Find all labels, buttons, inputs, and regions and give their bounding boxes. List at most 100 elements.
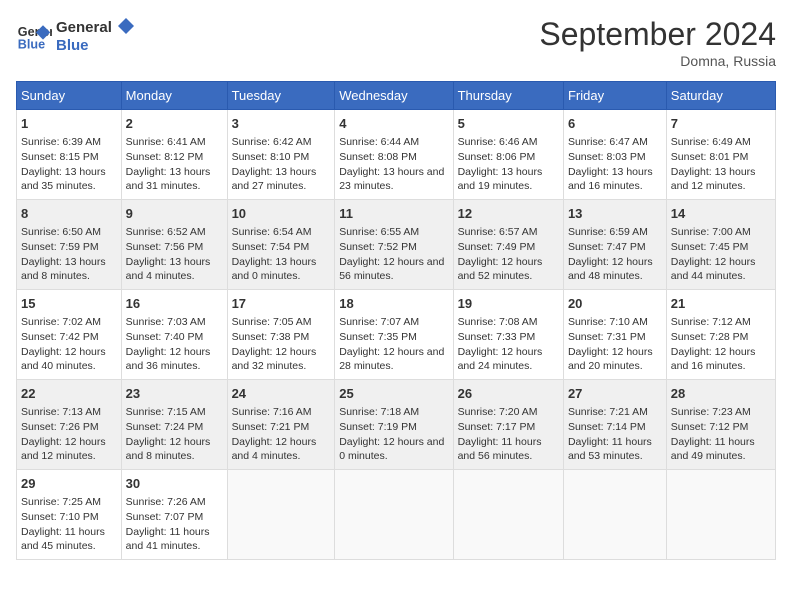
calendar-cell: 4 Sunrise: 6:44 AMSunset: 8:08 PMDaylight… bbox=[335, 110, 453, 200]
logo: General Blue General Blue bbox=[16, 16, 136, 56]
sunset-text: Sunset: 7:10 PM bbox=[21, 510, 117, 525]
header-saturday: Saturday bbox=[666, 82, 775, 110]
sunset-text: Sunset: 7:49 PM bbox=[458, 240, 559, 255]
daylight-text: Daylight: 13 hours and 0 minutes. bbox=[232, 255, 331, 284]
calendar-cell: 16Sunrise: 7:03 AMSunset: 7:40 PMDayligh… bbox=[121, 290, 227, 380]
svg-text:Blue: Blue bbox=[56, 37, 89, 54]
sunset-text: Sunset: 7:38 PM bbox=[232, 330, 331, 345]
sunrise-text: Sunrise: 7:13 AM bbox=[21, 405, 117, 420]
daylight-text: Daylight: 13 hours and 12 minutes. bbox=[671, 165, 771, 194]
sunrise-text: Sunrise: 7:08 AM bbox=[458, 315, 559, 330]
day-number: 3 bbox=[232, 115, 331, 133]
calendar-cell: 6Sunrise: 6:47 AMSunset: 8:03 PMDaylight… bbox=[563, 110, 666, 200]
day-number: 8 bbox=[21, 205, 117, 223]
sunset-text: Sunset: 8:12 PM bbox=[126, 150, 223, 165]
header-sunday: Sunday bbox=[17, 82, 122, 110]
header-monday: Monday bbox=[121, 82, 227, 110]
sunset-text: Sunset: 7:45 PM bbox=[671, 240, 771, 255]
sunrise-text: Sunrise: 6:57 AM bbox=[458, 225, 559, 240]
sunrise-text: Sunrise: 6:44 AM bbox=[339, 135, 448, 150]
calendar-cell: 30Sunrise: 7:26 AMSunset: 7:07 PMDayligh… bbox=[121, 470, 227, 560]
sunrise-text: Sunrise: 7:12 AM bbox=[671, 315, 771, 330]
sunset-text: Sunset: 8:03 PM bbox=[568, 150, 662, 165]
calendar-cell: 1Sunrise: 6:39 AMSunset: 8:15 PMDaylight… bbox=[17, 110, 122, 200]
header-friday: Friday bbox=[563, 82, 666, 110]
sunrise-text: Sunrise: 6:55 AM bbox=[339, 225, 448, 240]
calendar-week-row: 8Sunrise: 6:50 AMSunset: 7:59 PMDaylight… bbox=[17, 200, 776, 290]
sunrise-text: Sunrise: 7:23 AM bbox=[671, 405, 771, 420]
sunset-text: Sunset: 7:47 PM bbox=[568, 240, 662, 255]
sunset-text: Sunset: 7:19 PM bbox=[339, 420, 448, 435]
day-number: 7 bbox=[671, 115, 771, 133]
calendar-cell: 17Sunrise: 7:05 AMSunset: 7:38 PMDayligh… bbox=[227, 290, 335, 380]
daylight-text: Daylight: 12 hours and 56 minutes. bbox=[339, 255, 448, 284]
sunset-text: Sunset: 7:28 PM bbox=[671, 330, 771, 345]
sunset-text: Sunset: 7:31 PM bbox=[568, 330, 662, 345]
calendar-cell: 13Sunrise: 6:59 AMSunset: 7:47 PMDayligh… bbox=[563, 200, 666, 290]
sunrise-text: Sunrise: 7:18 AM bbox=[339, 405, 448, 420]
calendar-cell: 8Sunrise: 6:50 AMSunset: 7:59 PMDaylight… bbox=[17, 200, 122, 290]
svg-text:General: General bbox=[56, 19, 112, 36]
daylight-text: Daylight: 13 hours and 4 minutes. bbox=[126, 255, 223, 284]
sunrise-text: Sunrise: 6:59 AM bbox=[568, 225, 662, 240]
daylight-text: Daylight: 12 hours and 20 minutes. bbox=[568, 345, 662, 374]
sunset-text: Sunset: 7:52 PM bbox=[339, 240, 448, 255]
day-number: 6 bbox=[568, 115, 662, 133]
sunrise-text: Sunrise: 7:25 AM bbox=[21, 495, 117, 510]
calendar-cell: 9Sunrise: 6:52 AMSunset: 7:56 PMDaylight… bbox=[121, 200, 227, 290]
header-wednesday: Wednesday bbox=[335, 82, 453, 110]
daylight-text: Daylight: 11 hours and 53 minutes. bbox=[568, 435, 662, 464]
calendar-cell: 12Sunrise: 6:57 AMSunset: 7:49 PMDayligh… bbox=[453, 200, 563, 290]
sunset-text: Sunset: 7:40 PM bbox=[126, 330, 223, 345]
sunset-text: Sunset: 7:56 PM bbox=[126, 240, 223, 255]
calendar-table: SundayMondayTuesdayWednesdayThursdayFrid… bbox=[16, 81, 776, 560]
daylight-text: Daylight: 12 hours and 32 minutes. bbox=[232, 345, 331, 374]
daylight-text: Daylight: 12 hours and 12 minutes. bbox=[21, 435, 117, 464]
day-number: 4 bbox=[339, 115, 448, 133]
logo-svg: General Blue bbox=[56, 16, 136, 56]
calendar-cell: 14Sunrise: 7:00 AMSunset: 7:45 PMDayligh… bbox=[666, 200, 775, 290]
calendar-cell: 19Sunrise: 7:08 AMSunset: 7:33 PMDayligh… bbox=[453, 290, 563, 380]
calendar-week-row: 15Sunrise: 7:02 AMSunset: 7:42 PMDayligh… bbox=[17, 290, 776, 380]
location: Domna, Russia bbox=[539, 53, 776, 69]
sunrise-text: Sunrise: 6:47 AM bbox=[568, 135, 662, 150]
day-number: 25 bbox=[339, 385, 448, 403]
daylight-text: Daylight: 13 hours and 31 minutes. bbox=[126, 165, 223, 194]
daylight-text: Daylight: 13 hours and 19 minutes. bbox=[458, 165, 559, 194]
day-number: 28 bbox=[671, 385, 771, 403]
daylight-text: Daylight: 11 hours and 49 minutes. bbox=[671, 435, 771, 464]
daylight-text: Daylight: 12 hours and 0 minutes. bbox=[339, 435, 448, 464]
daylight-text: Daylight: 12 hours and 24 minutes. bbox=[458, 345, 559, 374]
day-number: 20 bbox=[568, 295, 662, 313]
sunset-text: Sunset: 8:06 PM bbox=[458, 150, 559, 165]
sunrise-text: Sunrise: 6:39 AM bbox=[21, 135, 117, 150]
calendar-header-row: SundayMondayTuesdayWednesdayThursdayFrid… bbox=[17, 82, 776, 110]
sunset-text: Sunset: 7:17 PM bbox=[458, 420, 559, 435]
svg-text:Blue: Blue bbox=[18, 38, 45, 52]
day-number: 21 bbox=[671, 295, 771, 313]
daylight-text: Daylight: 12 hours and 16 minutes. bbox=[671, 345, 771, 374]
sunset-text: Sunset: 8:01 PM bbox=[671, 150, 771, 165]
daylight-text: Daylight: 11 hours and 45 minutes. bbox=[21, 525, 117, 554]
daylight-text: Daylight: 12 hours and 36 minutes. bbox=[126, 345, 223, 374]
sunset-text: Sunset: 7:07 PM bbox=[126, 510, 223, 525]
calendar-cell: 23Sunrise: 7:15 AMSunset: 7:24 PMDayligh… bbox=[121, 380, 227, 470]
daylight-text: Daylight: 13 hours and 8 minutes. bbox=[21, 255, 117, 284]
calendar-cell bbox=[227, 470, 335, 560]
sunset-text: Sunset: 8:08 PM bbox=[339, 150, 448, 165]
sunrise-text: Sunrise: 7:10 AM bbox=[568, 315, 662, 330]
calendar-cell: 20 Sunrise: 7:10 AMSunset: 7:31 PMDayligh… bbox=[563, 290, 666, 380]
logo-icon: General Blue bbox=[16, 18, 52, 54]
day-number: 10 bbox=[232, 205, 331, 223]
title-block: September 2024 Domna, Russia bbox=[539, 16, 776, 69]
sunrise-text: Sunrise: 7:16 AM bbox=[232, 405, 331, 420]
daylight-text: Daylight: 12 hours and 4 minutes. bbox=[232, 435, 331, 464]
day-number: 19 bbox=[458, 295, 559, 313]
daylight-text: Daylight: 12 hours and 8 minutes. bbox=[126, 435, 223, 464]
calendar-cell: 27Sunrise: 7:21 AMSunset: 7:14 PMDayligh… bbox=[563, 380, 666, 470]
daylight-text: Daylight: 11 hours and 56 minutes. bbox=[458, 435, 559, 464]
day-number: 16 bbox=[126, 295, 223, 313]
daylight-text: Daylight: 13 hours and 23 minutes. bbox=[339, 165, 448, 194]
sunrise-text: Sunrise: 7:21 AM bbox=[568, 405, 662, 420]
day-number: 30 bbox=[126, 475, 223, 493]
